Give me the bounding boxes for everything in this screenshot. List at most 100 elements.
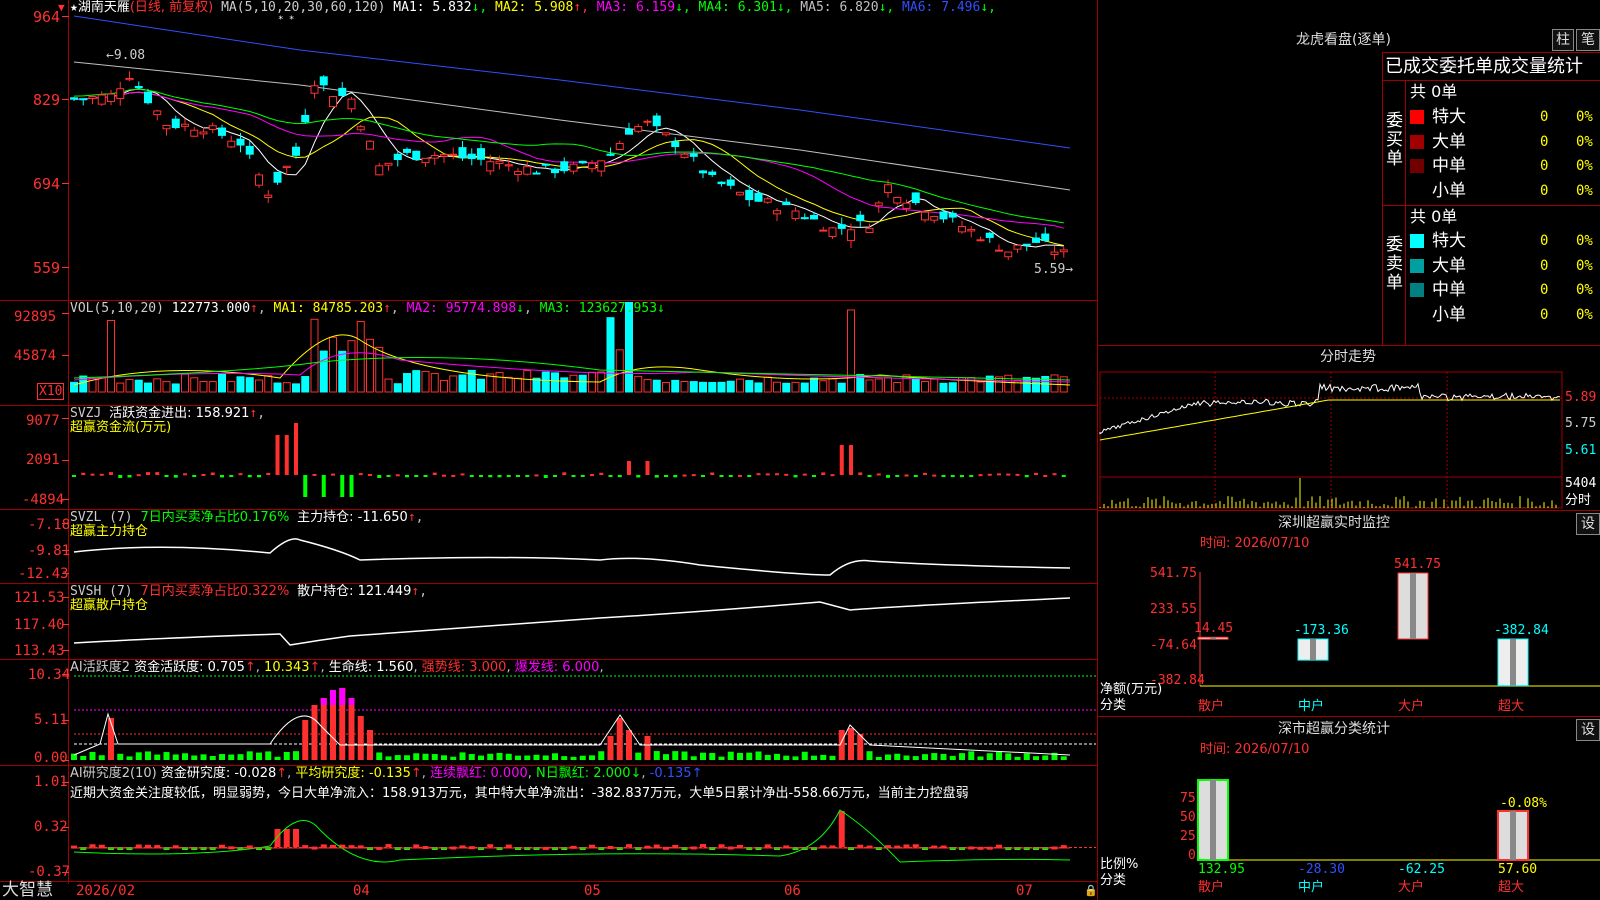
stock-name[interactable]: 湖南天雁 [78,0,130,15]
volume-bar [782,382,791,393]
svzl-name: 超赢主力持仓 [70,524,149,539]
kline-chart-area[interactable] [0,0,1600,900]
svzj-bar [405,475,409,478]
svzj-bar [358,473,363,476]
ai1-bar [681,751,688,760]
svzj-bar [710,472,715,475]
volume-bar [837,382,846,393]
lock-icon[interactable]: 🔒 [1084,883,1098,899]
candle-body [282,165,291,169]
ai1-bar [1014,756,1021,760]
ai1-bar [145,751,151,760]
ai1-axis-label-2: 5.11 [34,712,68,728]
svzj-bar [247,475,252,478]
candle-body [264,194,273,198]
svzj-bar [192,475,197,477]
volume-bar [245,377,254,393]
ai1-bar [885,754,891,760]
ai2-axis-label-2: 0.32 [34,819,68,835]
candle-body [523,166,532,175]
svzj-bar [562,472,567,475]
price-axis-label-1: 964 [33,8,61,26]
svzj-bar [109,472,113,475]
candle-body [532,172,541,175]
svzj-bar [876,473,881,476]
svzj-bar [1052,473,1057,476]
volume-bar [717,381,726,393]
cls-settings-button[interactable]: 设 [1576,719,1600,741]
svzj-bar [627,461,631,475]
svzj-bar [617,475,622,478]
volume-bar [236,376,245,393]
cls-value-4: 57.60 [1498,862,1538,877]
svzj-bar [775,473,779,476]
candle-body [939,211,948,220]
sz-cat-4: 超大 [1498,699,1525,714]
candle-body [643,120,652,123]
ai2-bar [505,844,512,848]
svzj-bar [987,473,992,476]
ai2-bar [283,829,290,847]
ai1-bar [616,718,623,760]
svzj-bar [506,475,511,477]
svzj-bar [294,423,298,475]
ai1-bar [801,751,808,760]
favorite-star-icon[interactable]: ★ [70,0,78,15]
cls-xlabel: 分类 [1100,873,1127,888]
svzj-bar [636,475,641,478]
column-mode-button[interactable]: 柱 [1552,29,1574,51]
tick-mode-button[interactable]: 笔 [1576,29,1600,51]
svzj-bar [756,473,761,476]
candle-body [199,131,208,135]
date-axis-label-3: 05 [584,883,601,899]
sz-settings-button[interactable]: 设 [1576,513,1600,535]
vol-unit[interactable]: X10 [37,383,65,400]
buy-row-swatch-1 [1410,110,1424,124]
volume-bar [828,378,837,393]
volume-bar [403,373,411,393]
cls-axis-label-1: 75 [1180,791,1196,806]
volume-bar [671,379,680,393]
vol-header: VOL(5,10,20) 122773.000↑, MA1: 84785.203… [70,301,665,316]
volume-bar [643,379,652,393]
candle-body [88,95,97,99]
cls-time: 时间: 2026/07/10 [1200,742,1310,757]
svzj-bar [932,474,937,477]
svzj-bar [867,475,872,477]
ai1-bar [256,752,262,760]
svzj-bar [201,474,206,477]
volume-bar [144,382,152,393]
ma-value-5: MA5: 6.820 [792,0,879,15]
ai1-bar [80,755,87,760]
ai1-bar [607,736,614,760]
ai1-bar [986,753,993,760]
ai1-bar [912,756,919,760]
ai2-bar [737,844,743,848]
candle-body [819,229,828,232]
ai1-bar [737,752,743,760]
buy-row-count-3: 0 [1540,158,1549,174]
ai1-bar [931,753,938,760]
buy-row-swatch-2 [1410,134,1424,149]
svzj-bar [923,472,927,475]
candle-body [662,132,670,136]
cls-axis-label-3: 25 [1180,829,1196,844]
volume-bar [865,379,874,393]
svsh-axis-label-1: 121.53 [14,590,65,606]
ai1-header: AI活跃度2 资金活跃度: 0.705↑, 10.343↑, 生命线: 1.56… [70,660,604,675]
svzj-bar [488,475,493,478]
ai1-burst-bar [330,690,336,705]
ai1-bar [663,754,669,760]
volume-bar [551,372,559,393]
volume-bar [541,371,550,393]
svzj-bar [210,472,215,475]
date-axis-label-2: 04 [353,883,370,899]
svzj-bar [321,475,326,497]
ai2-bar [764,844,771,848]
ai1-bar [811,755,817,760]
ai1-bar [1042,755,1049,760]
ai1-bar [959,753,965,760]
volume-bar [504,376,513,393]
ai1-bar [459,752,466,760]
chart-mode[interactable]: (日线, 前复权) [130,0,213,15]
